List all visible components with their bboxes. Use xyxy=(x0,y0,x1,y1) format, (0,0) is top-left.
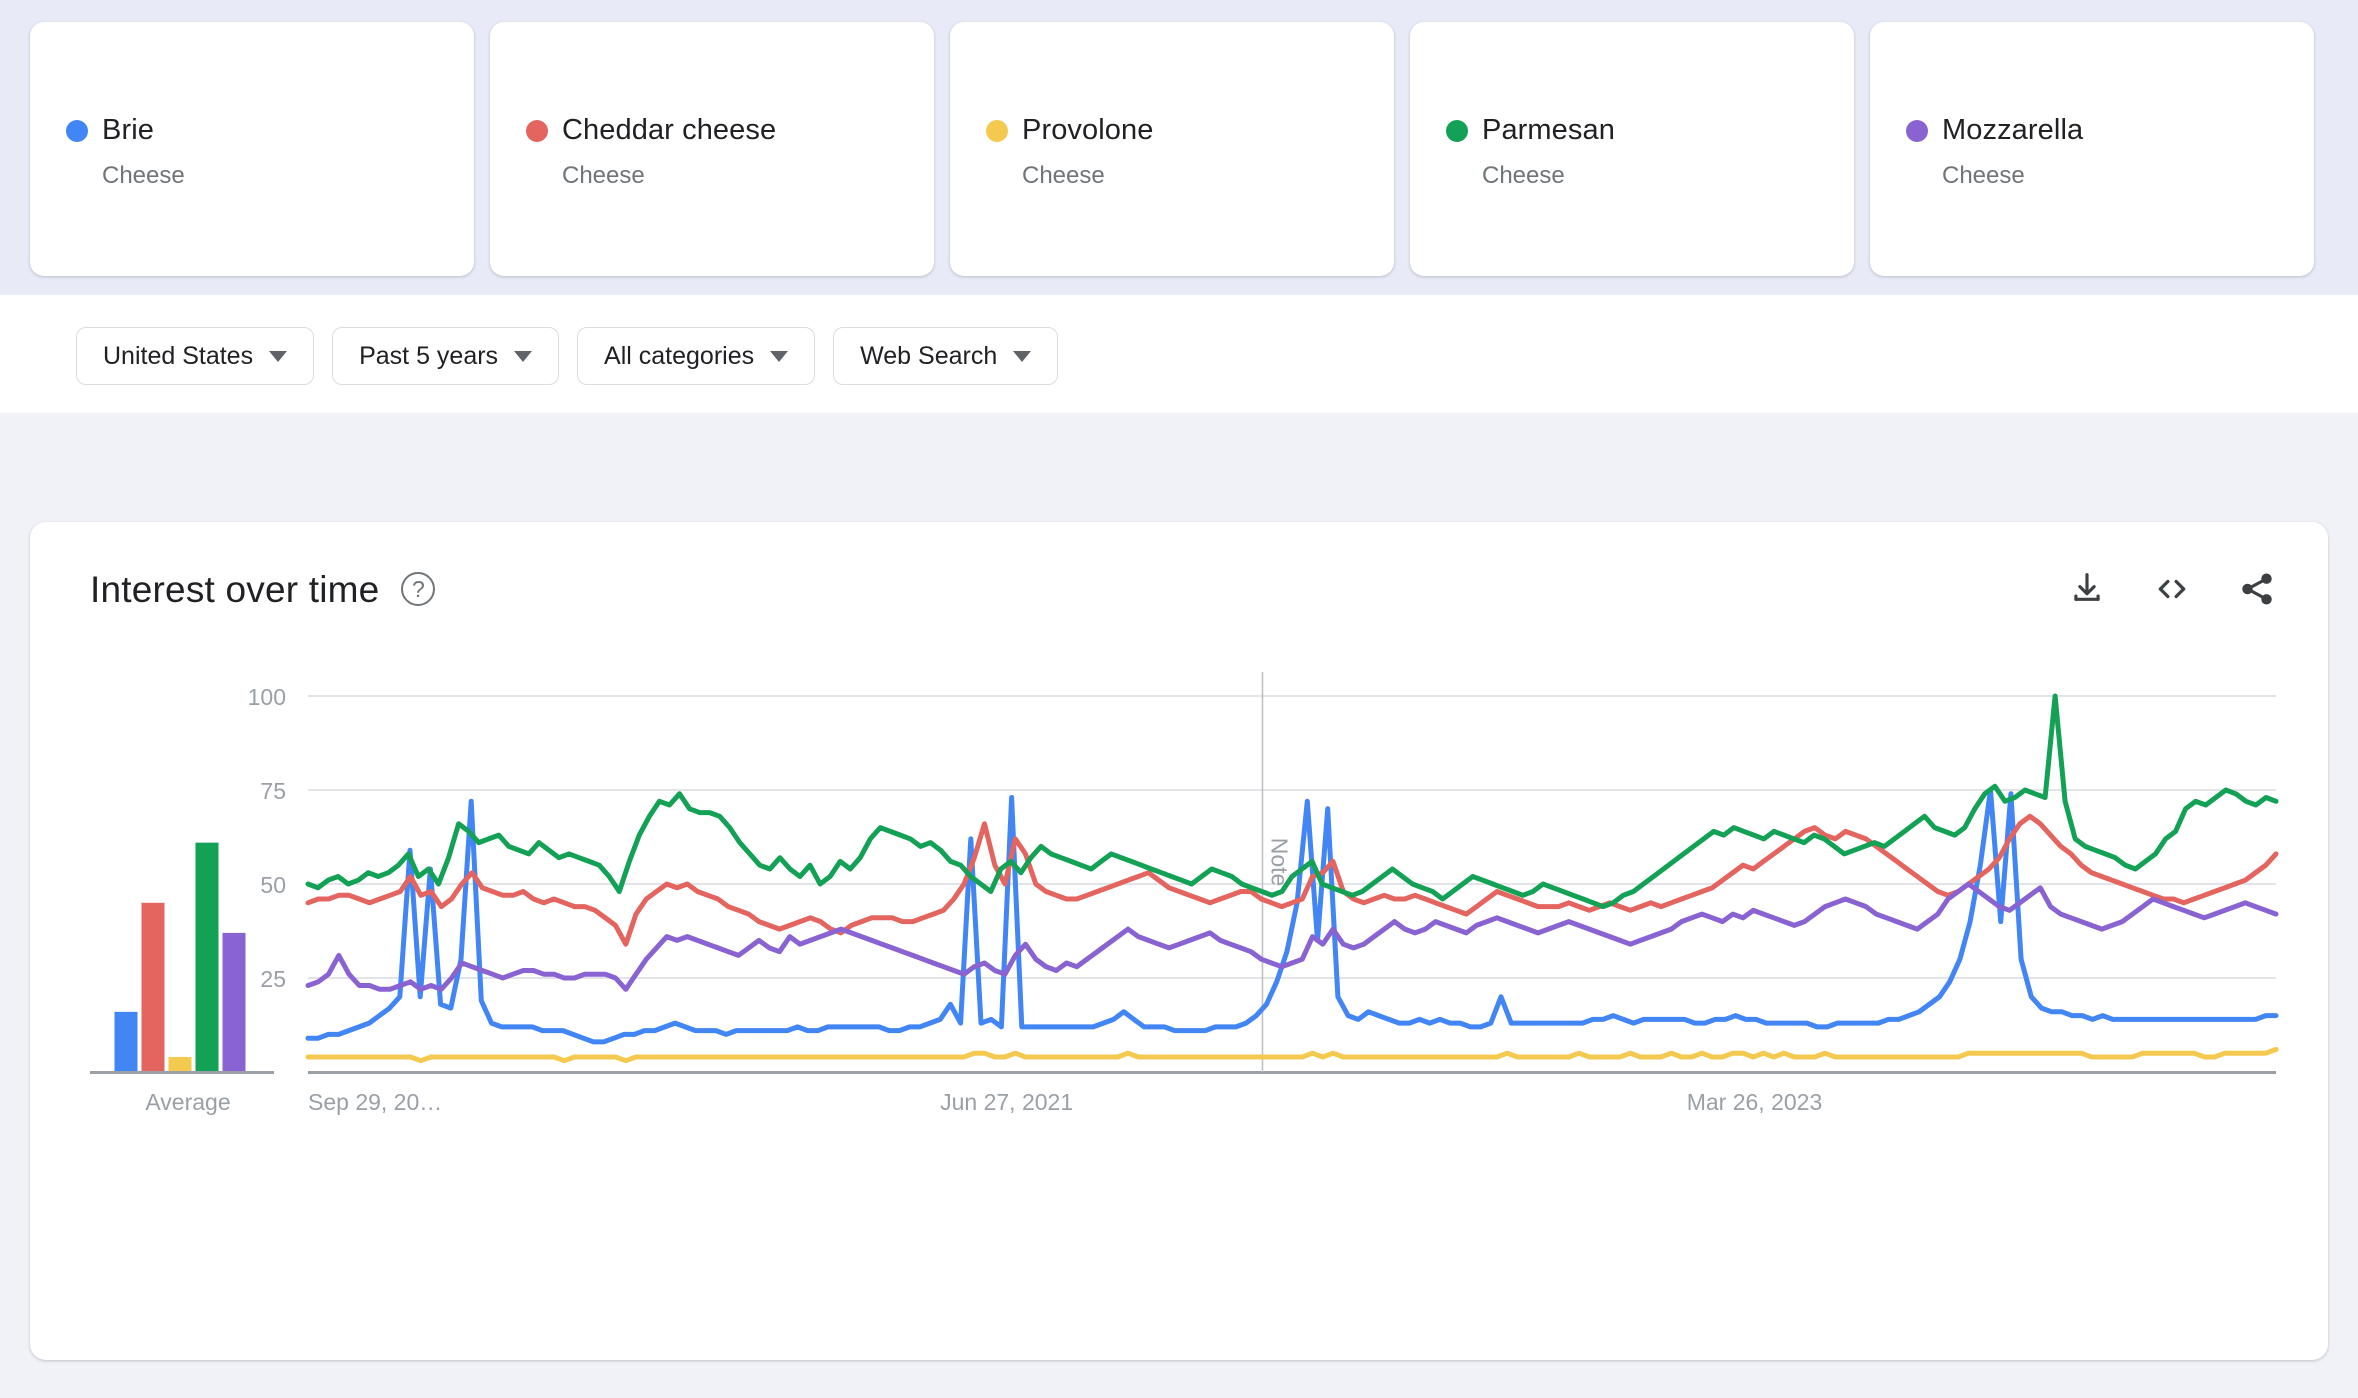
filter-chip-label: All categories xyxy=(604,341,755,370)
search-term-label: Provolone xyxy=(1022,114,1154,146)
filter-chip[interactable]: United States xyxy=(76,327,315,385)
search-term-card[interactable]: Cheddar cheese Cheese xyxy=(490,22,934,276)
search-term-card[interactable]: Provolone Cheese xyxy=(950,22,1394,276)
chevron-down-icon xyxy=(1013,350,1032,362)
chevron-down-icon xyxy=(770,350,789,362)
series-color-dot xyxy=(986,119,1008,142)
search-term-row: Brie xyxy=(66,116,154,145)
search-term-card[interactable]: Mozzarella Cheese xyxy=(1870,22,2314,276)
search-term-card[interactable]: Parmesan Cheese xyxy=(1410,22,1854,276)
chart-series-line xyxy=(305,1046,2279,1064)
search-term-card[interactable]: Brie Cheese xyxy=(30,22,474,276)
average-bar xyxy=(114,1011,138,1072)
chevron-down-icon xyxy=(269,350,288,362)
filter-chip[interactable]: All categories xyxy=(577,327,816,385)
google-trends-page: Brie Cheese Cheddar cheese Cheese Provolone C… xyxy=(0,0,2358,1398)
search-terms-band: Brie Cheese Cheddar cheese Cheese Provolone C… xyxy=(0,0,2358,295)
filter-chip[interactable]: Past 5 years xyxy=(332,327,560,385)
interest-over-time-card: Interest over time ? Average 100 75 50 2… xyxy=(30,522,2328,1360)
x-tick-label: Jun 27, 2021 xyxy=(940,1089,1073,1115)
filter-chip-label: Web Search xyxy=(860,341,998,370)
filter-chip[interactable]: Web Search xyxy=(833,327,1059,385)
search-term-subtitle: Cheese xyxy=(562,162,645,189)
embed-code-icon[interactable] xyxy=(2152,569,2192,609)
share-icon[interactable] xyxy=(2238,570,2276,608)
average-bar xyxy=(195,842,219,1072)
search-term-label: Mozzarella xyxy=(1942,114,2084,146)
series-color-dot xyxy=(526,119,548,142)
series-color-dot xyxy=(66,119,88,142)
search-term-row: Provolone xyxy=(986,116,1154,145)
search-term-row: Mozzarella xyxy=(1906,116,2083,145)
search-term-cards: Brie Cheese Cheddar cheese Cheese Provolone C… xyxy=(30,22,2314,276)
download-icon[interactable] xyxy=(2068,570,2106,608)
filter-chip-label: United States xyxy=(103,341,254,370)
y-tick-label: 75 xyxy=(260,778,286,804)
interest-over-time-chart[interactable]: Average100755025NoteSep 29, 20… Jun 27, 2… xyxy=(30,672,2328,1232)
y-tick-label: 50 xyxy=(260,872,286,898)
page-title: Interest over time xyxy=(90,568,380,610)
card-actions xyxy=(2068,569,2276,609)
y-tick-label: 100 xyxy=(248,684,286,710)
search-term-label: Brie xyxy=(102,114,154,146)
card-header: Interest over time ? xyxy=(90,560,2276,618)
search-term-row: Cheddar cheese xyxy=(526,116,776,145)
average-axis-label: Average xyxy=(145,1089,230,1115)
chart-plot-area: Average 100 75 50 25 Note Sep 29, 20… Jun 27, 2… xyxy=(30,672,2328,1232)
filter-chip-label: Past 5 years xyxy=(359,341,499,370)
average-bar xyxy=(141,902,165,1072)
average-bar xyxy=(168,1056,192,1072)
search-term-label: Parmesan xyxy=(1482,114,1615,146)
x-tick-label: Sep 29, 20… xyxy=(308,1089,442,1115)
card-header-left: Interest over time ? xyxy=(90,568,436,610)
average-bar xyxy=(222,932,246,1072)
series-color-dot xyxy=(1906,119,1928,142)
search-term-subtitle: Cheese xyxy=(1482,162,1565,189)
help-circle-icon[interactable]: ? xyxy=(401,572,436,606)
y-tick-label: 25 xyxy=(260,966,286,992)
filter-chip-group: United States Past 5 years All categories W… xyxy=(76,327,1059,385)
x-tick-label: Mar 26, 2023 xyxy=(1687,1089,1823,1115)
search-term-subtitle: Cheese xyxy=(102,162,185,189)
search-term-subtitle: Cheese xyxy=(1022,162,1105,189)
search-term-row: Parmesan xyxy=(1446,116,1615,145)
series-color-dot xyxy=(1446,119,1468,142)
filter-bar: United States Past 5 years All categories W… xyxy=(0,295,2358,413)
chevron-down-icon xyxy=(514,350,533,362)
search-term-label: Cheddar cheese xyxy=(562,114,777,146)
search-term-subtitle: Cheese xyxy=(1942,162,2025,189)
